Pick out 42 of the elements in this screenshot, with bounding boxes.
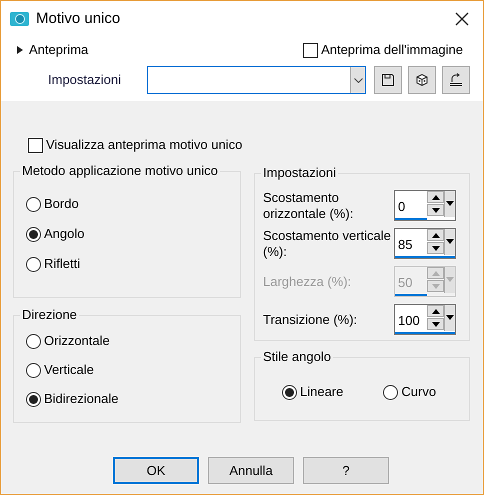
preview-toggle[interactable]: Anteprima xyxy=(17,40,88,60)
field-label: Scostamento verticale (%): xyxy=(263,228,392,260)
radio-label: Angolo xyxy=(44,225,84,244)
window-title: Motivo unico xyxy=(36,8,120,29)
radio-label: Verticale xyxy=(44,361,94,380)
radio-button[interactable] xyxy=(26,256,41,272)
save-button[interactable] xyxy=(374,66,402,94)
chevron-down-icon xyxy=(354,78,362,82)
checkbox-label: Anteprima dell'immagine xyxy=(321,41,463,60)
radio-button[interactable] xyxy=(26,392,41,406)
spin-field[interactable]: 100 xyxy=(394,304,456,335)
dialog-button[interactable]: OK xyxy=(113,457,199,484)
radio-label: Curvo xyxy=(401,383,436,402)
field-label: Larghezza (%): xyxy=(263,274,352,290)
randomize-button[interactable] xyxy=(408,66,436,94)
radio-button[interactable] xyxy=(383,384,398,400)
radio-button[interactable] xyxy=(26,196,41,212)
radio-label: Bordo xyxy=(44,195,79,214)
close-icon[interactable] xyxy=(455,12,469,26)
radio-button[interactable] xyxy=(26,334,41,348)
reset-arrow-icon xyxy=(449,73,463,87)
spin-field[interactable]: 85 xyxy=(394,228,456,259)
field-label: Scostamento orizzontale (%): xyxy=(263,190,354,222)
radio-label: Orizzontale xyxy=(44,332,110,350)
radio-label: Bidirezionale xyxy=(44,390,118,408)
checkbox-label: Visualizza anteprima motivo unico xyxy=(46,136,242,154)
radio-label: Lineare xyxy=(300,383,344,402)
radio-button[interactable] xyxy=(282,384,297,400)
dialog-button[interactable]: Annulla xyxy=(208,457,294,484)
presets-label: Impostazioni xyxy=(47,71,122,90)
checkbox[interactable] xyxy=(28,138,43,152)
reset-button[interactable] xyxy=(442,66,470,94)
dice-icon xyxy=(415,73,429,87)
dialog-button[interactable]: ? xyxy=(303,457,389,484)
radio-button[interactable] xyxy=(26,362,41,378)
app-icon xyxy=(10,11,30,27)
radio-button[interactable] xyxy=(26,226,41,242)
radio-label: Rifletti xyxy=(44,255,80,274)
checkbox[interactable] xyxy=(303,42,318,58)
field-label: Transizione (%): xyxy=(263,312,358,328)
spin-field[interactable]: 0 xyxy=(394,190,456,221)
presets-dropdown[interactable] xyxy=(147,66,366,94)
